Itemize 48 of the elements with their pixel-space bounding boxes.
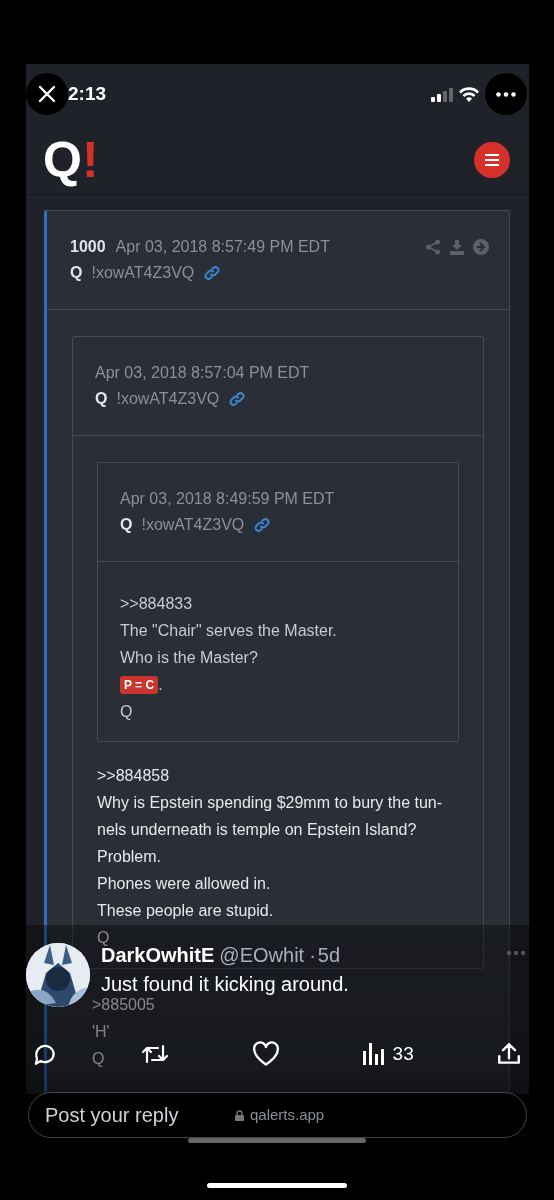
site-address: qalerts.app: [250, 1104, 325, 1125]
post-text-line: >>884833: [120, 593, 193, 614]
post-text-line: The "Chair" serves the Master.: [120, 620, 337, 641]
tripcode: !xowAT4Z3VQ: [116, 389, 220, 409]
post-number: 1000: [70, 237, 106, 257]
close-icon: [38, 85, 56, 103]
link-icon[interactable]: [204, 265, 221, 281]
menu-button[interactable]: [474, 141, 510, 178]
post-text-line: Phones were allowed in.: [97, 873, 271, 894]
view-count: 33: [392, 1042, 414, 1066]
heart-icon[interactable]: [252, 1041, 281, 1068]
post-date: Apr 03, 2018 8:57:04 PM EDT: [95, 363, 310, 383]
post-text-line: These people are stupid.: [97, 900, 274, 921]
post-text-line: Who is the Master?: [120, 647, 258, 668]
post-time: 5d: [317, 943, 341, 968]
link-icon[interactable]: [229, 391, 246, 407]
tweet-text: Just found it kicking around.: [101, 972, 349, 997]
author-name: Q: [120, 515, 133, 535]
post-date: Apr 03, 2018 8:57:49 PM EDT: [115, 237, 330, 257]
highlight-tag: P = C: [120, 675, 159, 694]
post-text-line: 'H': [92, 1021, 110, 1042]
tripcode: !xowAT4Z3VQ: [91, 263, 195, 283]
post-text-line: nels underneath is temple on Epstein Island?: [97, 819, 417, 840]
signal-icon: [431, 87, 453, 102]
post-date: Apr 03, 2018 8:49:59 PM EDT: [120, 489, 335, 509]
tripcode: !xowAT4Z3VQ: [141, 515, 245, 535]
status-time: 2:13: [68, 82, 107, 107]
author-name: Q: [95, 389, 108, 409]
post-text-line: Q: [92, 1048, 105, 1069]
lock-icon: [235, 1109, 244, 1121]
post-text-line: Q: [97, 927, 110, 947]
link-icon[interactable]: [254, 517, 271, 533]
separator: ·: [309, 943, 316, 968]
views-icon[interactable]: [362, 1043, 385, 1066]
author-handle[interactable]: @EOwhit: [219, 940, 305, 970]
punctuation: .: [158, 674, 163, 695]
wifi-icon: [459, 87, 479, 102]
post-text-line: >885005: [92, 994, 155, 1015]
post-text-line: Q: [120, 701, 133, 722]
reply-field[interactable]: Post your reply qalerts.app: [28, 1092, 527, 1138]
menu-icon: [485, 153, 499, 166]
author-name: Q: [70, 263, 83, 283]
post-text-line: Why is Epstein spending $29mm to bury the tun-: [97, 792, 443, 813]
post-text-line: Problem.: [97, 846, 162, 867]
site-logo[interactable]: Q!: [43, 134, 99, 185]
post-text-line: >>884858: [97, 765, 170, 786]
more-icon[interactable]: [506, 950, 526, 956]
more-icon: [496, 91, 516, 97]
